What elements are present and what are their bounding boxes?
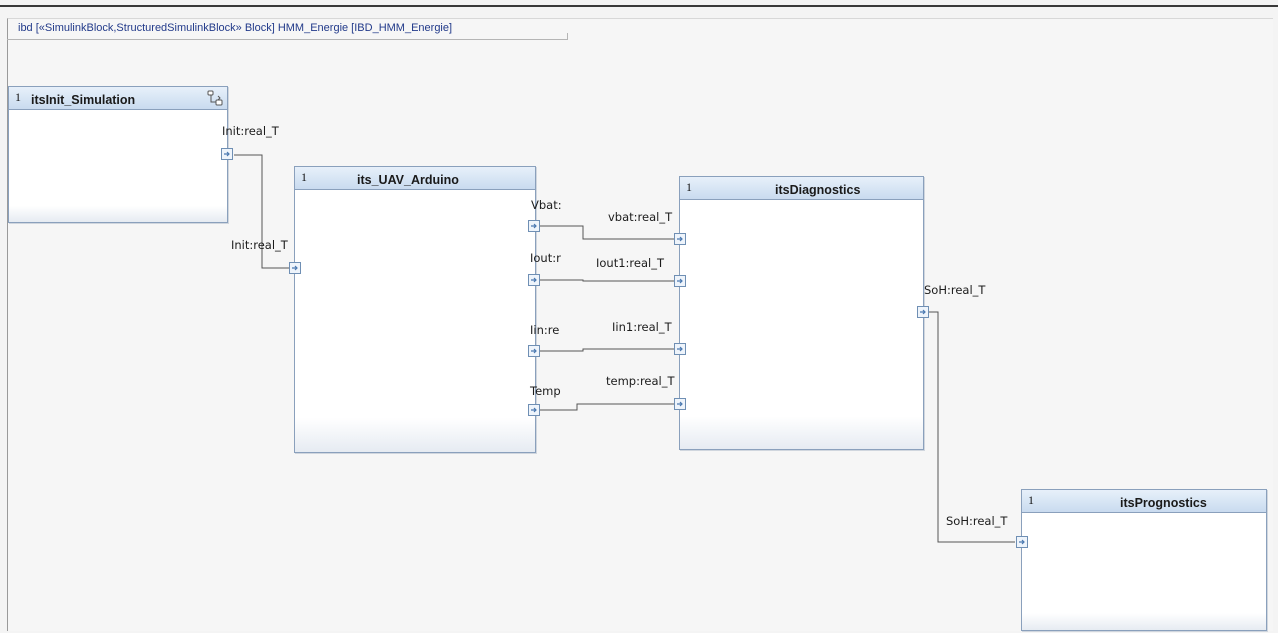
block-multiplicity: 1 <box>301 170 307 184</box>
connector-iout[interactable] <box>539 279 674 282</box>
port-label-iin-out: Iin:re <box>530 323 560 337</box>
block-multiplicity: 1 <box>15 90 21 104</box>
port-vbat-in[interactable] <box>674 233 686 245</box>
block-itsprognostics[interactable]: 1 itsPrognostics <box>1021 489 1267 631</box>
port-temp-out[interactable] <box>528 404 540 416</box>
connector-iin[interactable] <box>539 348 674 352</box>
port-label-init-out: Init:real_T <box>222 124 279 138</box>
port-temp-in[interactable] <box>674 398 686 410</box>
port-iout-out[interactable] <box>528 274 540 286</box>
port-iin1-in[interactable] <box>674 343 686 355</box>
block-name: its_UAV_Arduino <box>357 173 459 187</box>
port-label-vbat-out: Vbat: <box>531 198 562 212</box>
block-its-uav-arduino[interactable]: 1 its_UAV_Arduino <box>294 166 536 453</box>
port-iin-out[interactable] <box>528 345 540 357</box>
connector-temp[interactable] <box>539 403 674 411</box>
port-label-iout-out: Iout:r <box>530 251 561 265</box>
port-label-soh-in: SoH:real_T <box>946 514 1008 528</box>
block-multiplicity: 1 <box>686 180 692 194</box>
port-iout1-in[interactable] <box>674 275 686 287</box>
port-init-out[interactable] <box>221 148 233 160</box>
block-name: itsPrognostics <box>1120 496 1207 510</box>
port-label-iin1-in: Iin1:real_T <box>612 320 672 334</box>
block-itsinit-simulation[interactable]: 1 itsInit_Simulation <box>8 86 228 223</box>
port-arduino-init-in[interactable] <box>289 262 301 274</box>
port-label-iout1-in: Iout1:real_T <box>596 256 664 270</box>
connector-vbat[interactable] <box>539 225 674 240</box>
block-multiplicity: 1 <box>1028 493 1034 507</box>
port-label-temp-in: temp:real_T <box>606 374 675 388</box>
port-label-vbat-in: vbat:real_T <box>608 210 673 224</box>
port-label-temp-out: Temp <box>530 384 561 398</box>
connector-soh[interactable] <box>928 311 1015 543</box>
port-label-soh-out: SoH:real_T <box>924 283 986 297</box>
port-soh-out[interactable] <box>917 306 929 318</box>
block-itsdiagnostics[interactable]: 1 itsDiagnostics <box>679 176 924 450</box>
port-label-arduino-init-in: Init:real_T <box>231 238 288 252</box>
port-vbat-out[interactable] <box>528 220 540 232</box>
statechart-icon <box>207 90 223 110</box>
block-name: itsDiagnostics <box>775 183 861 197</box>
block-name: itsInit_Simulation <box>31 93 136 107</box>
port-soh-in[interactable] <box>1016 536 1028 548</box>
